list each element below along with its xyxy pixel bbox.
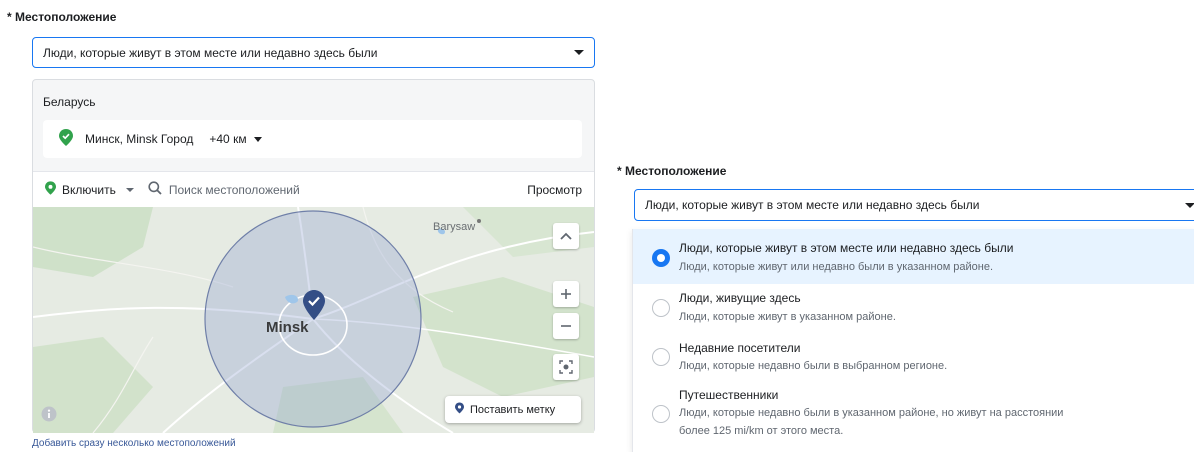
location-section-label: * Местоположение: [7, 10, 117, 24]
country-label: Беларусь: [43, 95, 96, 109]
location-map[interactable]: Barysaw Minsk Поставить метку: [33, 207, 594, 433]
audience-type-select[interactable]: Люди, которые живут в этом месте или нед…: [32, 37, 595, 68]
location-box: Беларусь Минск, Minsk Город +40 км Включ…: [32, 79, 595, 433]
map-marker-icon: [455, 402, 464, 417]
location-radius[interactable]: +40 км: [209, 132, 246, 146]
location-name: Минск, Minsk Город: [85, 132, 194, 146]
location-pin-icon: [59, 129, 73, 149]
recenter-icon[interactable]: [553, 354, 579, 380]
option-description: Люди, которые живут или недавно были в у…: [679, 261, 994, 273]
drop-pin-label: Поставить метку: [470, 403, 556, 416]
menu-option-living[interactable]: Люди, живущие здесь Люди, которые живут …: [633, 284, 1194, 336]
location-section-label: * Местоположение: [617, 164, 727, 178]
option-description: Люди, которые живут в указанном районе.: [679, 311, 896, 323]
audience-type-select-value: Люди, которые живут в этом месте или нед…: [645, 198, 980, 212]
chevron-down-icon: [1185, 202, 1194, 208]
radius-chevron-down-icon[interactable]: [253, 136, 262, 142]
menu-option-living-or-recent[interactable]: Люди, которые живут в этом месте или нед…: [633, 229, 1194, 284]
radio-unselected[interactable]: [652, 405, 670, 423]
location-search-input[interactable]: Поиск местоположений: [169, 183, 300, 197]
zoom-in-icon[interactable]: [553, 281, 579, 307]
option-description-line-2: более 125 mi/km от этого места.: [679, 425, 844, 437]
map-marker-icon: [303, 290, 325, 325]
option-description: Люди, которые недавно были в указанном р…: [679, 407, 1064, 419]
radio-selected[interactable]: [652, 249, 670, 267]
info-icon[interactable]: [41, 406, 57, 427]
location-toolbar: Включить Поиск местоположений Просмотр: [33, 171, 594, 207]
radio-unselected[interactable]: [652, 348, 670, 366]
menu-option-recent-visitors[interactable]: Недавние посетители Люди, которые недавн…: [633, 336, 1194, 383]
map-town-label: Barysaw: [433, 221, 476, 233]
option-title: Люди, живущие здесь: [679, 291, 801, 305]
option-title: Недавние посетители: [679, 341, 801, 355]
audience-type-menu: Люди, которые живут в этом месте или нед…: [632, 229, 1194, 452]
selected-location-item[interactable]: Минск, Minsk Город +40 км: [43, 120, 582, 158]
include-chevron-down-icon[interactable]: [125, 187, 134, 192]
radio-unselected[interactable]: [652, 299, 670, 317]
audience-type-select-value: Люди, которые живут в этом месте или нед…: [43, 45, 378, 60]
option-title: Люди, которые живут в этом месте или нед…: [679, 241, 1014, 255]
drop-pin-button[interactable]: Поставить метку: [445, 396, 581, 423]
audience-type-select[interactable]: Люди, которые живут в этом месте или нед…: [634, 189, 1194, 221]
include-dropdown[interactable]: Включить: [62, 183, 116, 197]
menu-option-travelers[interactable]: Путешественники Люди, которые недавно бы…: [633, 383, 1194, 452]
add-bulk-locations-link[interactable]: Добавить сразу несколько местоположений: [32, 438, 236, 449]
option-description: Люди, которые недавно были в выбранном р…: [679, 360, 948, 372]
chevron-up-icon[interactable]: [553, 223, 579, 249]
chevron-down-icon: [574, 50, 584, 55]
search-icon: [148, 181, 162, 198]
zoom-out-icon[interactable]: [553, 313, 579, 339]
location-pin-icon: [45, 181, 56, 198]
browse-link[interactable]: Просмотр: [527, 183, 582, 197]
option-title: Путешественники: [679, 388, 779, 402]
